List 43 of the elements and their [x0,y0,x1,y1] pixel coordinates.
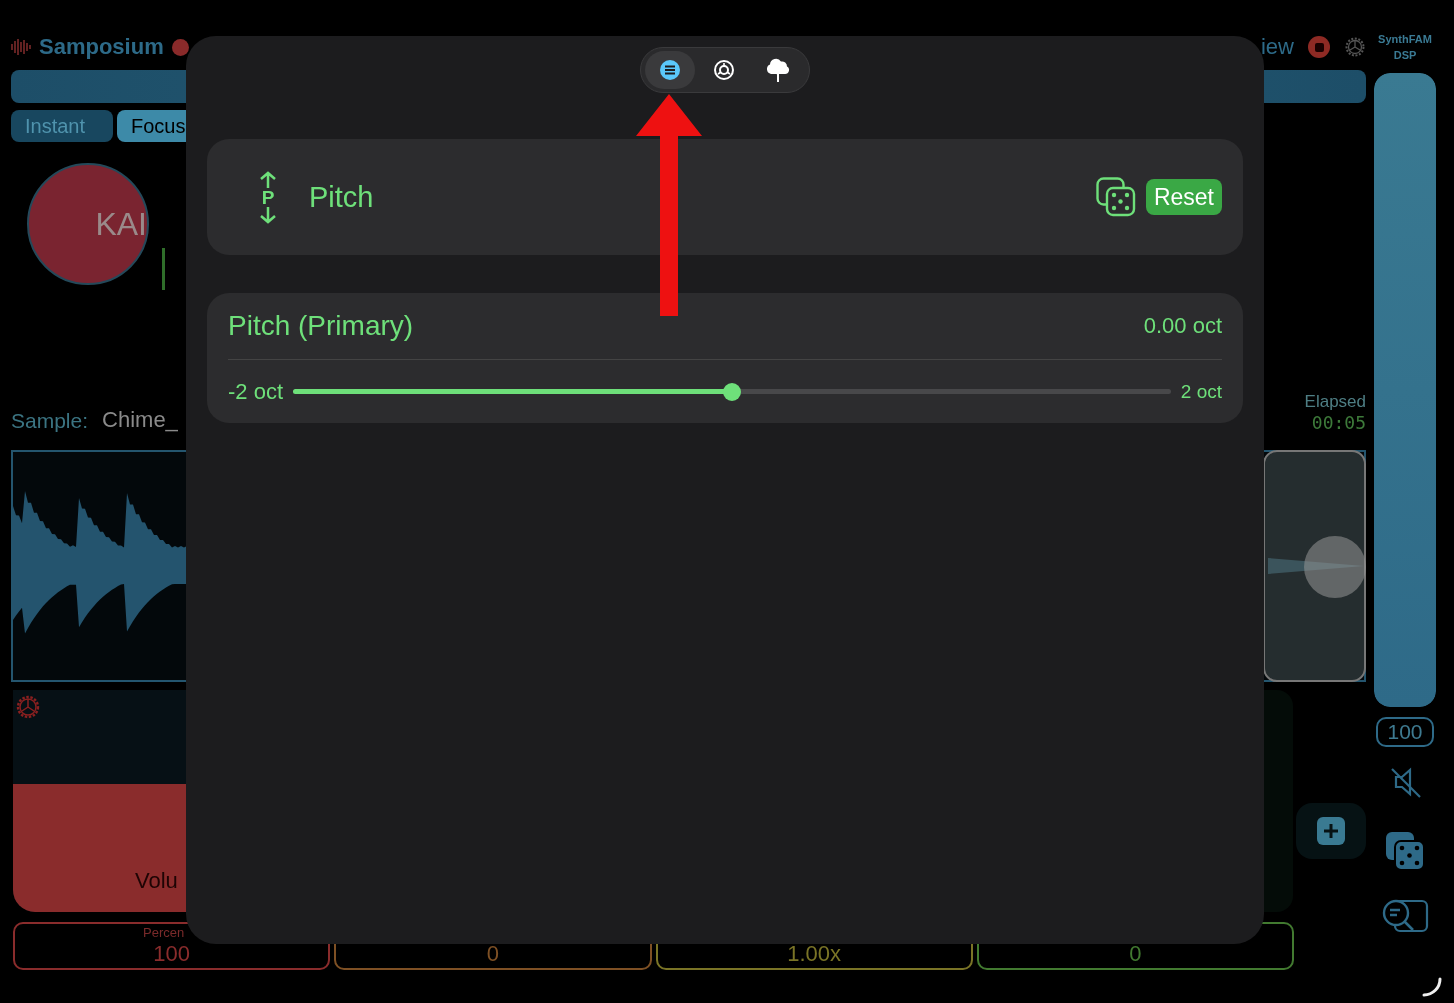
brand-text: DSP [1393,48,1417,62]
pitch-slider[interactable] [293,383,1171,401]
view-tab[interactable] [645,51,695,89]
spinner-icon [1422,977,1442,997]
master-volume-slider[interactable] [1374,73,1436,707]
brand-text: SynthFAM [1378,32,1432,46]
scrub-window[interactable] [1263,450,1366,682]
settings-icon[interactable] [1344,36,1366,58]
gear-icon[interactable] [15,694,41,720]
mute-icon[interactable] [1388,765,1422,799]
level-line [162,248,165,290]
dice-icon[interactable] [1095,177,1136,217]
parameter-title: Pitch [309,180,374,214]
sample-name: Chime_ [102,407,178,433]
add-button[interactable] [1296,803,1366,859]
plus-icon [1317,817,1345,845]
waveform-logo-icon [11,38,31,56]
view-label[interactable]: iew [1261,34,1294,60]
readout-value: 100 [153,941,190,967]
parameter-name: Pitch (Primary) [228,310,414,342]
volume-pad-label: Volu [135,868,178,894]
sample-label: Sample: [11,409,89,433]
list-icon [659,59,681,81]
tree-icon [764,57,792,83]
stop-button[interactable] [1308,36,1330,58]
reset-button[interactable]: Reset [1145,179,1222,215]
pad-label: KAI [95,205,147,243]
pad-circle[interactable]: KAI [27,163,149,285]
app-title: Samposium [39,34,164,60]
readout-caption: Percen [143,925,185,940]
record-indicator [171,38,189,56]
readout-value: 0 [1129,941,1142,967]
slider-min-label: -2 oct [228,379,284,405]
slider-max-label: 2 oct [1180,381,1222,403]
readout-value: 1.00x [787,941,842,967]
parameter-reading: 0.00 oct [1143,313,1222,339]
dial-icon [713,59,735,81]
elapsed-time: 00:05 [1311,412,1366,433]
master-volume-value: 100 [1376,717,1434,747]
readout-value: 0 [486,941,499,967]
elapsed-label: Elapsed [1304,392,1366,412]
slider-thumb[interactable] [722,383,741,401]
mode-tab[interactable]: Instant [11,110,113,142]
